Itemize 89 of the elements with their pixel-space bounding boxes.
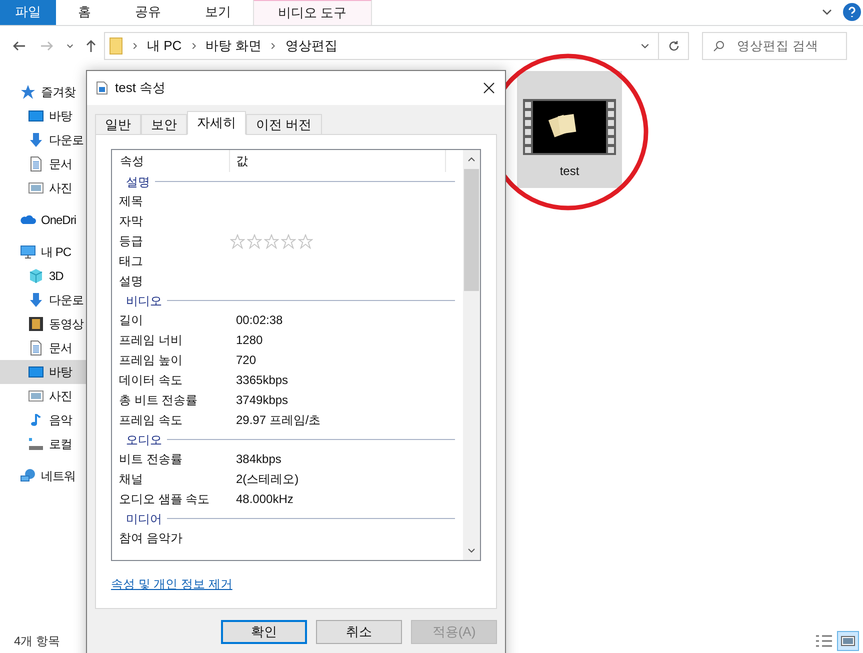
property-name: 프레임 너비 bbox=[118, 332, 184, 349]
breadcrumb[interactable]: 영상편집 bbox=[285, 36, 338, 56]
dropdown-icon bbox=[640, 41, 650, 51]
picture-icon bbox=[28, 180, 44, 196]
dialog-button[interactable]: 취소 bbox=[316, 620, 402, 644]
file-item[interactable]: test bbox=[517, 71, 622, 188]
ribbon-tab[interactable]: 보기 bbox=[183, 0, 253, 25]
property-name: 등급 bbox=[118, 233, 144, 250]
close-icon[interactable] bbox=[483, 82, 495, 94]
refresh-button[interactable] bbox=[659, 32, 689, 60]
search-icon bbox=[713, 40, 725, 52]
star-icon bbox=[230, 234, 245, 248]
scroll-up-icon bbox=[467, 155, 476, 164]
property-value: 48.000kHz bbox=[235, 491, 294, 508]
recent-locations-icon bbox=[66, 42, 74, 50]
property-value: 720 bbox=[235, 352, 256, 369]
column-header[interactable]: 값 bbox=[230, 150, 446, 172]
details-view-icon[interactable] bbox=[815, 634, 833, 648]
folder-icon bbox=[109, 37, 123, 55]
property-name: 오디오 샘플 속도 bbox=[118, 491, 211, 508]
dialog-tab[interactable]: 자세히 bbox=[187, 111, 246, 135]
property-name: 참여 음악가 bbox=[118, 530, 184, 547]
scroll-down-icon bbox=[467, 546, 476, 555]
property-value: 00:02:38 bbox=[235, 312, 283, 329]
ribbon-tab[interactable]: 비디오 도구 bbox=[253, 0, 372, 25]
dialog-button[interactable]: 확인 bbox=[221, 620, 307, 644]
scroll-thumb[interactable] bbox=[464, 169, 479, 291]
ribbon-tab[interactable]: 홈 bbox=[56, 0, 113, 25]
down-arrow-icon bbox=[28, 132, 44, 148]
monitor-icon bbox=[28, 364, 44, 380]
remove-properties-link[interactable]: 속성 및 개인 정보 제거 bbox=[111, 575, 232, 593]
chevron-right-icon bbox=[190, 42, 198, 50]
scrollbar[interactable] bbox=[463, 150, 480, 560]
group-header: 미디어 bbox=[126, 510, 162, 528]
drive-icon bbox=[28, 436, 44, 452]
property-name: 자막 bbox=[118, 213, 144, 230]
document-icon bbox=[28, 156, 44, 172]
refresh-icon bbox=[668, 40, 680, 52]
property-name: 제목 bbox=[118, 193, 144, 210]
back-arrow-icon[interactable] bbox=[12, 39, 26, 53]
property-value: 1280 bbox=[235, 332, 263, 349]
film-icon bbox=[28, 316, 44, 332]
breadcrumb[interactable]: 바탕 화면 bbox=[206, 36, 262, 56]
cube-icon bbox=[28, 268, 44, 284]
property-name: 태그 bbox=[118, 253, 144, 270]
breadcrumb[interactable]: 내 PC bbox=[147, 36, 182, 56]
item-count: 4개 항목 bbox=[14, 633, 60, 650]
property-value: 29.97 프레임/초 bbox=[235, 412, 321, 429]
property-name: 설명 bbox=[118, 273, 144, 290]
window-title: test 속성 bbox=[115, 79, 166, 98]
help-icon[interactable] bbox=[843, 3, 861, 21]
group-header: 비디오 bbox=[126, 292, 162, 310]
property-value: 384kbps bbox=[235, 451, 282, 468]
star-icon bbox=[247, 234, 262, 248]
down-arrow-icon bbox=[28, 292, 44, 308]
dialog-tab[interactable]: 이전 버전 bbox=[246, 114, 322, 134]
picture-icon bbox=[28, 388, 44, 404]
group-header: 설명 bbox=[126, 174, 150, 190]
property-value: 3365kbps bbox=[235, 372, 288, 389]
search-field[interactable]: 영상편집 검색 bbox=[702, 32, 847, 60]
network-icon bbox=[20, 468, 36, 484]
dialog-tab[interactable]: 보안 bbox=[141, 114, 187, 134]
star-icon bbox=[264, 234, 279, 248]
property-name: 길이 bbox=[118, 312, 144, 329]
property-name: 비트 전송률 bbox=[118, 451, 184, 468]
dialog-tab[interactable]: 일반 bbox=[95, 114, 141, 134]
star-icon bbox=[20, 84, 36, 100]
group-header: 오디오 bbox=[126, 432, 162, 448]
picture-icon bbox=[841, 636, 855, 646]
property-name: 프레임 속도 bbox=[118, 412, 184, 429]
rating-stars[interactable] bbox=[230, 234, 313, 248]
ribbon-tab[interactable]: 파일 bbox=[0, 0, 56, 25]
star-icon bbox=[281, 234, 296, 248]
column-header[interactable]: 속성 bbox=[112, 150, 230, 172]
monitor-icon bbox=[28, 108, 44, 124]
large-icons-view-button[interactable] bbox=[837, 631, 859, 651]
chevron-right-icon bbox=[269, 42, 278, 50]
property-name: 총 비트 전송률 bbox=[118, 392, 199, 409]
up-arrow-icon[interactable] bbox=[84, 39, 98, 53]
computer-icon bbox=[20, 244, 36, 260]
video-file-icon bbox=[96, 81, 108, 95]
property-value: 3749kbps bbox=[235, 392, 288, 409]
property-name: 채널 bbox=[118, 471, 144, 488]
chevron-right-icon bbox=[131, 42, 139, 50]
ribbon-tab[interactable]: 공유 bbox=[113, 0, 183, 25]
address-bar[interactable]: 내 PC 바탕 화면 영상편집 bbox=[104, 32, 659, 60]
document-icon bbox=[28, 340, 44, 356]
star-icon bbox=[298, 234, 313, 248]
property-value: 2(스테레오) bbox=[235, 471, 299, 488]
